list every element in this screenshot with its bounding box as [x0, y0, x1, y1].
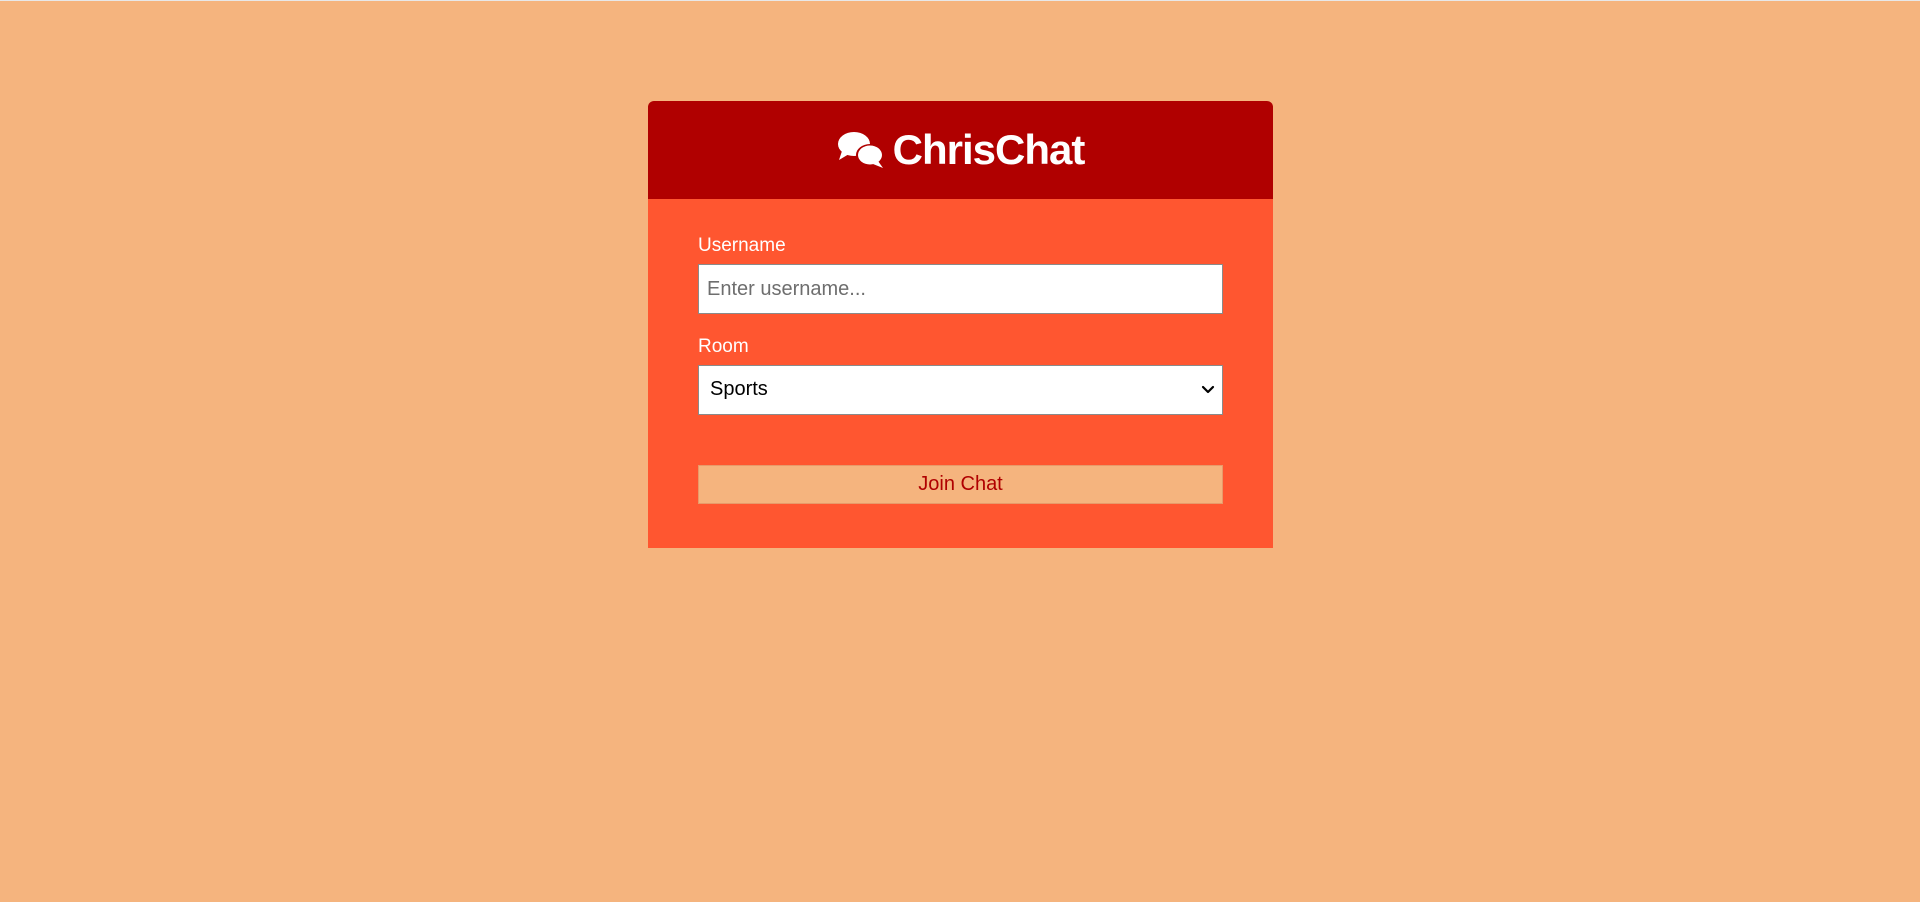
chevron-down-icon	[1200, 380, 1216, 400]
join-form-panel: Username Room Sports Join Chat	[648, 199, 1273, 548]
join-form: Username Room Sports Join Chat	[698, 235, 1223, 504]
join-header: ChrisChat	[648, 101, 1273, 199]
join-chat-button[interactable]: Join Chat	[698, 465, 1223, 504]
join-card: ChrisChat Username Room Sports Join	[648, 101, 1273, 548]
comments-icon	[837, 131, 885, 169]
page-top-border	[0, 0, 1920, 1]
username-group: Username	[698, 235, 1223, 314]
room-group: Room Sports	[698, 336, 1223, 415]
username-label: Username	[698, 235, 786, 256]
room-select-value: Sports	[710, 378, 768, 400]
room-select[interactable]: Sports	[698, 365, 1223, 415]
room-label: Room	[698, 336, 749, 357]
username-input[interactable]	[698, 264, 1223, 314]
app-title: ChrisChat	[892, 126, 1086, 173]
